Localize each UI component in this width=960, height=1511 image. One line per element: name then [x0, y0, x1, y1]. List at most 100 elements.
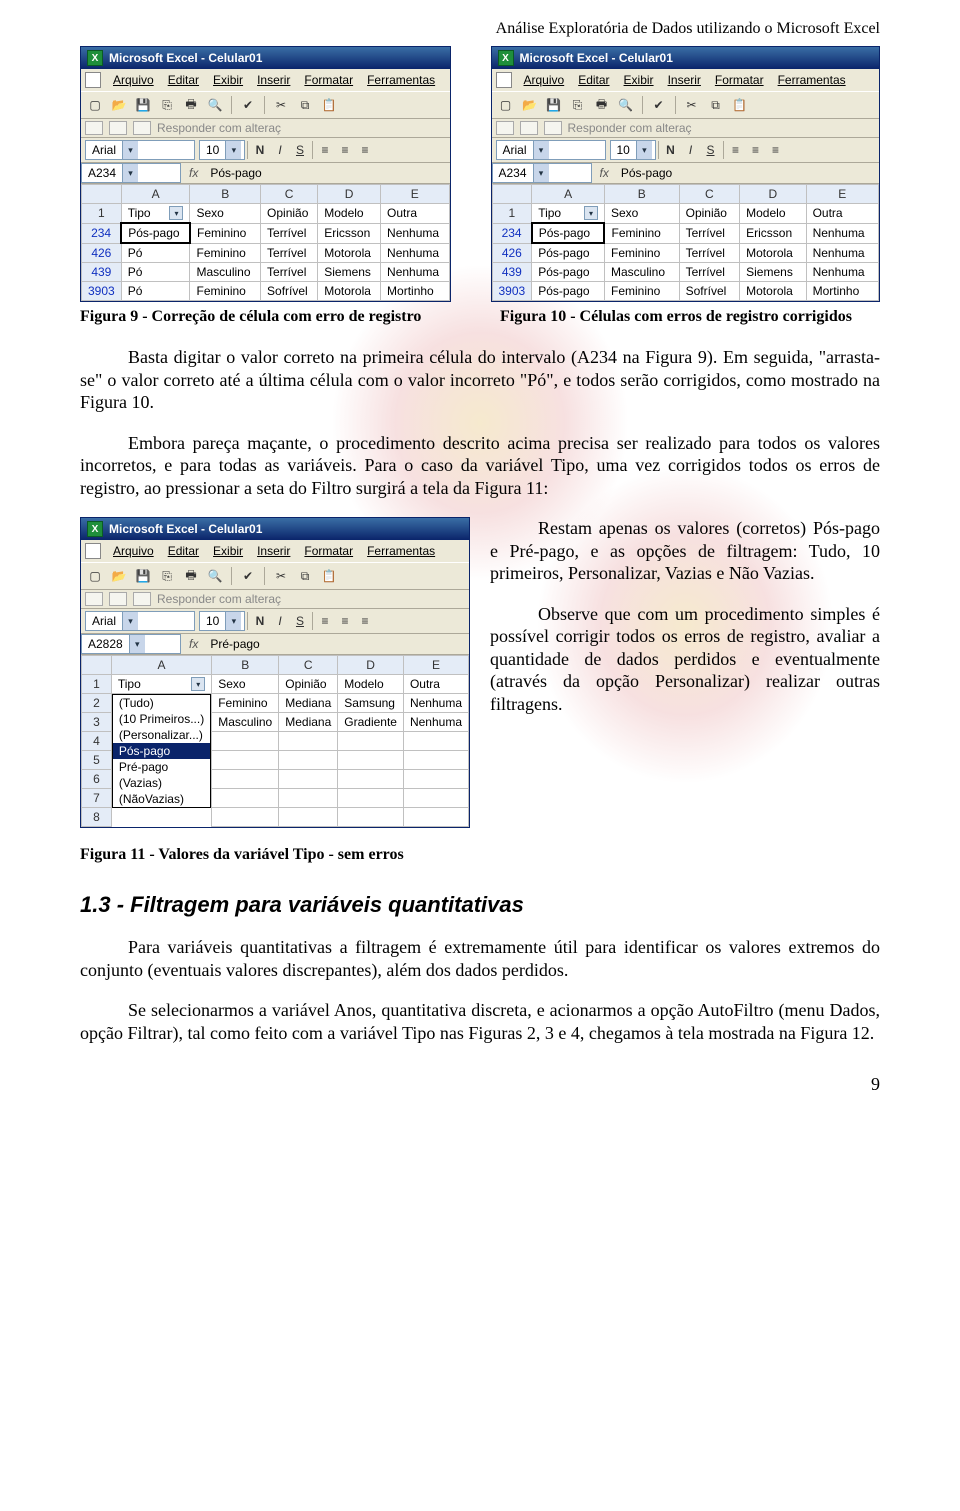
menu-inserir[interactable]: Inserir	[251, 71, 296, 89]
spellcheck-icon[interactable]: ✔	[238, 566, 258, 586]
cell[interactable]: Terrível	[679, 243, 740, 263]
cell[interactable]: Modelo	[318, 204, 381, 224]
cell[interactable]: Mortinho	[381, 282, 449, 301]
cell[interactable]: Nenhuma	[403, 713, 468, 732]
col-header-e[interactable]: E	[381, 185, 449, 204]
row-header[interactable]: 426	[82, 243, 122, 263]
cell[interactable]: Nenhuma	[403, 694, 468, 713]
row-header[interactable]: 234	[492, 223, 532, 243]
row-header[interactable]: 3903	[82, 282, 122, 301]
align-left-icon[interactable]: ≡	[315, 140, 335, 160]
cell[interactable]	[338, 789, 404, 808]
cell[interactable]: Terrível	[261, 263, 318, 282]
cell[interactable]: Outra	[806, 204, 878, 224]
cell[interactable]: Feminino	[190, 243, 261, 263]
cell[interactable]: Tipo▾	[111, 675, 211, 694]
cell[interactable]	[338, 751, 404, 770]
align-center-icon[interactable]: ≡	[335, 611, 355, 631]
cell[interactable]: Ericsson	[740, 223, 806, 243]
col-header-a[interactable]: A	[532, 185, 605, 204]
col-header-e[interactable]: E	[806, 185, 878, 204]
cell[interactable]	[338, 808, 404, 827]
formula-value[interactable]: Pós-pago	[617, 166, 676, 180]
filter-dropdown-icon[interactable]: ▾	[584, 206, 598, 220]
paste-icon[interactable]: 📋	[319, 95, 339, 115]
fx-icon[interactable]: fx	[181, 166, 206, 180]
paste-icon[interactable]: 📋	[319, 566, 339, 586]
menu-arquivo[interactable]: Arquivo	[107, 542, 160, 560]
align-left-icon[interactable]: ≡	[726, 140, 746, 160]
row-header[interactable]: 6	[82, 770, 112, 789]
cell[interactable]: Sofrível	[679, 282, 740, 301]
cell[interactable]: Pós-pago	[532, 243, 605, 263]
cell[interactable]: Siemens	[740, 263, 806, 282]
copy-icon[interactable]: ⧉	[706, 95, 726, 115]
cell[interactable]: Feminino	[190, 223, 261, 243]
menu-ferramentas[interactable]: Ferramentas	[772, 71, 852, 89]
cell[interactable]	[212, 732, 279, 751]
align-left-icon[interactable]: ≡	[315, 611, 335, 631]
cell[interactable]: Masculino	[190, 263, 261, 282]
italic-button[interactable]: I	[270, 611, 290, 631]
print-icon[interactable]: 🖶	[592, 95, 612, 115]
cell[interactable]: Mediana	[279, 694, 338, 713]
cell[interactable]: Opinião	[679, 204, 740, 224]
italic-button[interactable]: I	[270, 140, 290, 160]
formula-value[interactable]: Pós-pago	[206, 166, 265, 180]
cell[interactable]	[403, 770, 468, 789]
cell[interactable]: Outra	[381, 204, 449, 224]
col-header-c[interactable]: C	[679, 185, 740, 204]
cell[interactable]	[279, 789, 338, 808]
filter-option[interactable]: (Tudo)	[113, 695, 210, 711]
cell[interactable]: Masculino	[212, 713, 279, 732]
col-header-d[interactable]: D	[338, 656, 404, 675]
cell-selected[interactable]: Pós-pago	[532, 223, 605, 243]
cell[interactable]	[279, 808, 338, 827]
cell[interactable]: Gradiente	[338, 713, 404, 732]
fx-icon[interactable]: fx	[181, 637, 206, 651]
filter-option[interactable]: (NãoVazias)	[113, 791, 210, 807]
cell[interactable]: Sexo	[190, 204, 261, 224]
cell[interactable]: Terrível	[261, 243, 318, 263]
col-header-b[interactable]: B	[604, 185, 679, 204]
cell[interactable]: Pó	[121, 282, 190, 301]
bold-button[interactable]: N	[661, 140, 681, 160]
underline-button[interactable]: S	[701, 140, 721, 160]
cell[interactable]: Siemens	[318, 263, 381, 282]
cell[interactable]: Modelo	[338, 675, 404, 694]
cell[interactable]	[279, 732, 338, 751]
menu-formatar[interactable]: Formatar	[709, 71, 770, 89]
row-header[interactable]: 426	[492, 243, 532, 263]
font-name-combo[interactable]: Arial▾	[85, 611, 195, 631]
cell[interactable]	[338, 770, 404, 789]
align-center-icon[interactable]: ≡	[746, 140, 766, 160]
cell[interactable]: Pó	[121, 243, 190, 263]
search-icon[interactable]: 🔍	[616, 95, 636, 115]
print-icon[interactable]: 🖶	[181, 95, 201, 115]
cell[interactable]: Pó	[121, 263, 190, 282]
cell[interactable]: Mortinho	[806, 282, 878, 301]
cell[interactable]: Motorola	[318, 282, 381, 301]
cut-icon[interactable]: ✂	[271, 566, 291, 586]
select-all-corner[interactable]	[492, 185, 532, 204]
cell[interactable]	[212, 751, 279, 770]
col-header-a[interactable]: A	[111, 656, 211, 675]
cell[interactable]: Feminino	[604, 243, 679, 263]
filter-option[interactable]: Pré-pago	[113, 759, 210, 775]
save-as-icon[interactable]: ⎘	[157, 95, 177, 115]
cell[interactable]: Samsung	[338, 694, 404, 713]
filter-dropdown-icon[interactable]: ▾	[169, 206, 183, 220]
menu-arquivo[interactable]: Arquivo	[107, 71, 160, 89]
font-name-combo[interactable]: Arial▾	[496, 140, 606, 160]
cell[interactable]: Nenhuma	[806, 223, 878, 243]
cell[interactable]: Masculino	[604, 263, 679, 282]
cell[interactable]: Nenhuma	[381, 243, 449, 263]
open-icon[interactable]: 📂	[109, 566, 129, 586]
cell[interactable]: Sexo	[604, 204, 679, 224]
cell[interactable]	[279, 770, 338, 789]
chevron-down-icon[interactable]: ▾	[225, 612, 241, 630]
cell[interactable]: Terrível	[679, 223, 740, 243]
row-header[interactable]: 5	[82, 751, 112, 770]
col-header-b[interactable]: B	[190, 185, 261, 204]
filter-option-selected[interactable]: Pós-pago	[113, 743, 210, 759]
